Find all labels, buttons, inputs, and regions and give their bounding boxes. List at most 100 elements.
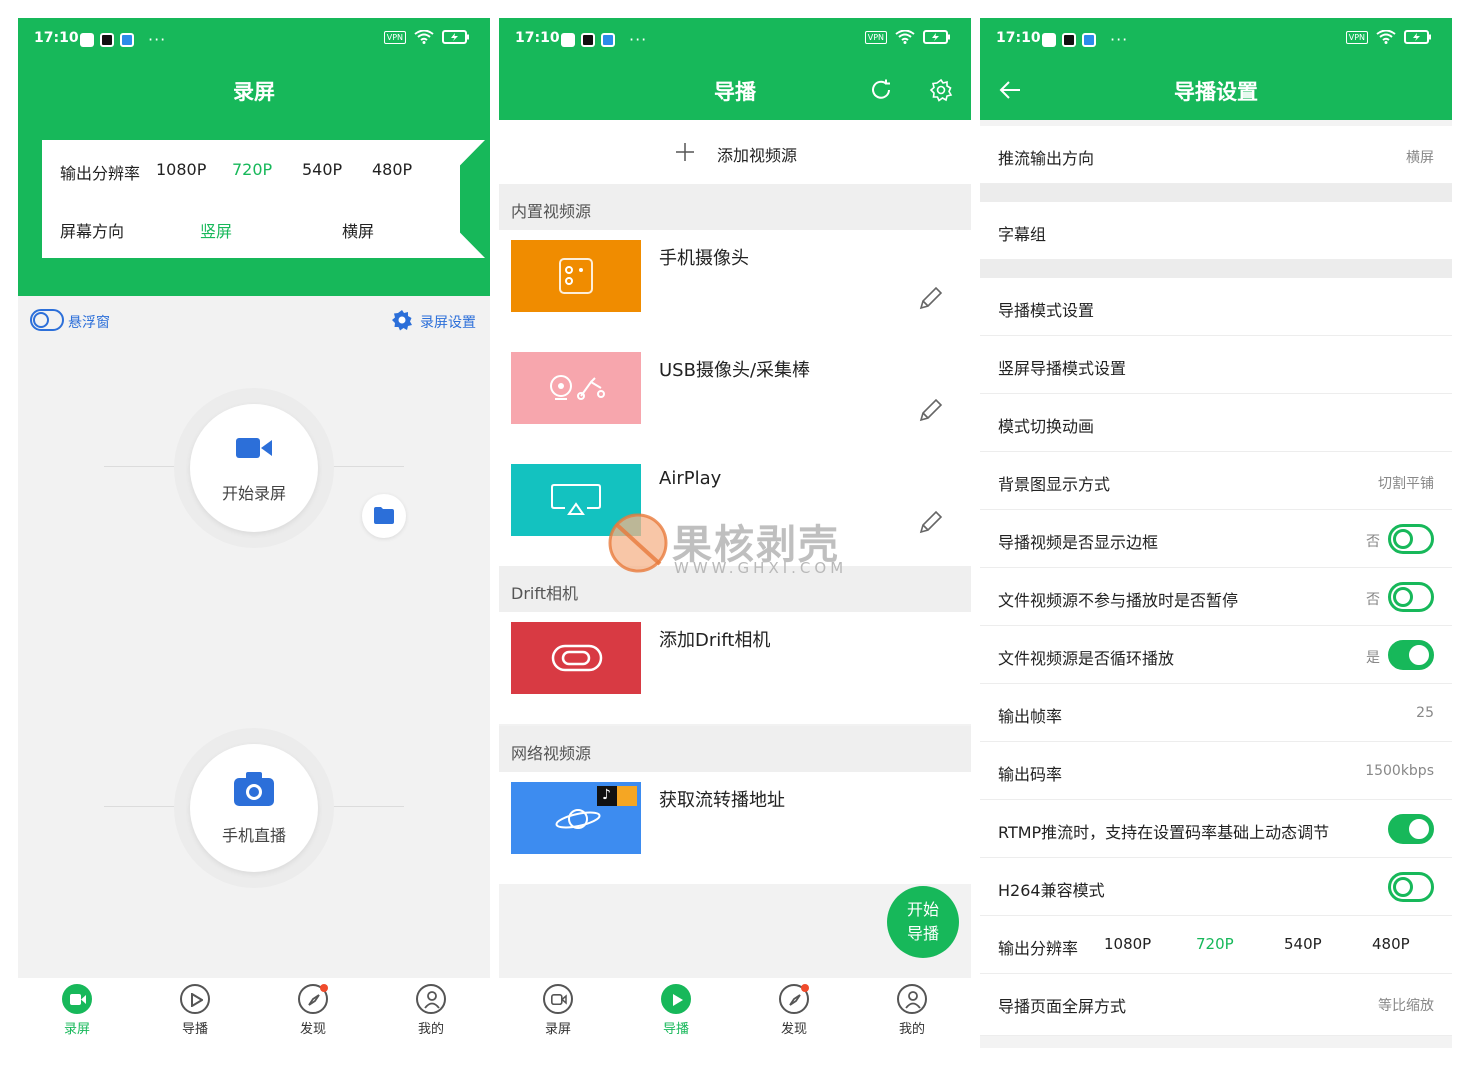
res-option-720p[interactable]: 720P [232,160,272,179]
setting-label: 输出码率 [998,765,1063,784]
setting-mode-switch-animation[interactable]: 模式切换动画 [980,394,1452,452]
telegram-icon [1082,32,1096,47]
add-source-button[interactable]: 添加视频源 [499,120,971,184]
nav-director-label: 导播 [662,1022,689,1037]
setting-label: 字幕组 [998,225,1047,244]
source-row-phone-camera[interactable]: 手机摄像头 [499,230,971,342]
res-option-1080p[interactable]: 1080P [156,160,206,179]
source-thumb [511,464,641,536]
phone-live-button[interactable]: 手机直播 [190,744,318,872]
setting-label: 输出分辨率 [998,939,1079,958]
res-option-480p[interactable]: 480P [1372,935,1410,953]
setting-output-bitrate[interactable]: 输出码率 1500kbps [980,742,1452,800]
pause-inactive-toggle[interactable] [1388,582,1434,612]
orientation-portrait[interactable]: 竖屏 [200,218,232,242]
orientation-landscape[interactable]: 横屏 [342,218,374,242]
setting-label: 导播模式设置 [998,301,1095,320]
status-app-icons: ··· [561,30,647,49]
h264-compat-toggle[interactable] [1388,872,1434,902]
setting-value: 横屏 [1406,150,1434,166]
nav-profile[interactable]: 我的 [872,984,952,1037]
record-settings-link[interactable]: 录屏设置 [420,312,476,332]
res-option-480p[interactable]: 480P [372,160,412,179]
setting-portrait-director-mode[interactable]: 竖屏导播模式设置 [980,336,1452,394]
drift-camera-icon [551,644,603,672]
phone-live-ring: 手机直播 [174,728,334,888]
refresh-icon[interactable] [869,78,893,102]
setting-value: 25 [1416,705,1434,721]
edit-pencil-icon[interactable] [917,398,943,424]
setting-fullscreen-mode[interactable]: 导播页面全屏方式 等比缩放 [980,974,1452,1036]
section-builtin: 内置视频源 [499,184,971,230]
nav-director-label: 导播 [181,1022,208,1037]
start-director-line2: 导播 [906,924,939,943]
res-option-540p[interactable]: 540P [302,160,342,179]
nav-profile-label: 我的 [417,1022,444,1037]
section-gap [980,184,1452,202]
gear-icon[interactable] [390,308,414,332]
res-option-720p[interactable]: 720P [1196,935,1234,953]
res-option-1080p[interactable]: 1080P [1104,935,1151,953]
float-window-toggle[interactable] [30,309,64,331]
source-name: AirPlay [659,468,722,489]
status-time: 17:10 [996,30,1041,46]
nav-profile[interactable]: 我的 [391,984,471,1037]
setting-output-fps[interactable]: 输出帧率 25 [980,684,1452,742]
battery-icon [923,30,950,44]
record-screen-panel: 17:10 ··· VPN 录屏 输出分辨率 1080P 720P 540P 4… [18,18,490,1048]
setting-label: 导播页面全屏方式 [998,997,1127,1016]
loop-playback-toggle[interactable] [1388,640,1434,670]
source-row-network[interactable]: ♪ 获取流转播地址 [499,772,971,884]
status-bar: 17:10 ··· VPN [499,18,971,60]
douyin-logo-icon: ♪ [597,786,617,806]
setting-label: 推流输出方向 [998,149,1095,168]
phone-camera-icon [559,258,593,294]
setting-background-display[interactable]: 背景图显示方式 切割平铺 [980,452,1452,510]
gear-icon[interactable] [929,78,953,102]
telegram-icon [601,32,615,47]
edit-pencil-icon[interactable] [917,510,943,536]
nav-director[interactable]: 导播 [636,984,716,1037]
start-director-button[interactable]: 开始 导播 [887,886,959,958]
setting-label: 文件视频源是否循环播放 [998,649,1175,668]
source-thumb: ♪ [511,782,641,854]
card-notch-shape [423,140,485,258]
edit-pencil-icon[interactable] [917,286,943,312]
setting-subtitle-group[interactable]: 字幕组 [980,202,1452,260]
source-name: USB摄像头/采集棒 [659,360,811,381]
source-name: 获取流转播地址 [659,790,785,811]
app-notification-icon [1042,32,1056,47]
setting-label: 竖屏导播模式设置 [998,359,1127,378]
recordings-folder-button[interactable] [362,494,406,538]
play-icon [661,984,691,1014]
source-row-airplay[interactable]: AirPlay [499,454,971,566]
nav-record[interactable]: 录屏 [518,984,598,1037]
wifi-icon [414,30,434,44]
show-border-toggle[interactable] [1388,524,1434,554]
source-row-usb-camera[interactable]: USB摄像头/采集棒 [499,342,971,454]
source-row-drift[interactable]: 添加Drift相机 [499,612,971,724]
setting-push-direction[interactable]: 推流输出方向 横屏 [980,126,1452,184]
usb-camera-icon [550,375,605,400]
float-window-label: 悬浮窗 [68,315,110,331]
start-record-button[interactable]: 开始录屏 [190,404,318,532]
nav-director[interactable]: 导播 [155,984,235,1037]
wifi-icon [1376,30,1396,44]
section-gap [980,260,1452,278]
toolbar-row: 悬浮窗 录屏设置 [18,306,490,336]
start-director-line1: 开始 [906,900,939,919]
nav-discover[interactable]: 发现 [754,984,834,1037]
nav-discover[interactable]: 发现 [273,984,353,1037]
res-option-540p[interactable]: 540P [1284,935,1322,953]
rtmp-dynamic-toggle[interactable] [1388,814,1434,844]
setting-director-mode[interactable]: 导播模式设置 [980,278,1452,336]
source-name: 手机摄像头 [659,248,749,269]
setting-h264-compat: H264兼容模式 [980,858,1452,916]
setting-output-resolution: 输出分辨率 1080P 720P 540P 480P [980,916,1452,974]
vpn-icon: VPN [864,30,887,44]
vpn-icon: VPN [383,30,406,44]
setting-loop-playback: 文件视频源是否循环播放 是 [980,626,1452,684]
page-title: 录屏 [233,80,275,104]
more-notifications-icon: ··· [1110,30,1129,49]
nav-record[interactable]: 录屏 [37,984,117,1037]
